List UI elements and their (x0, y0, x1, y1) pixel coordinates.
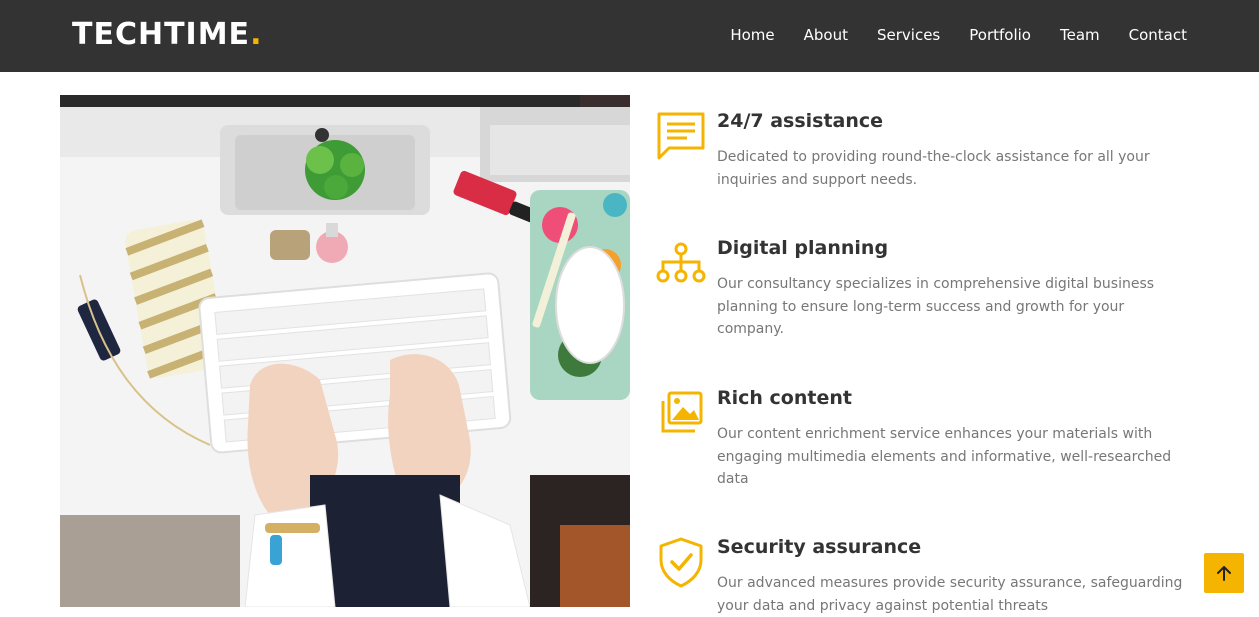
feature-title: Security assurance (717, 536, 922, 558)
logo-text: TECHTIME (72, 17, 251, 52)
chat-bubble-icon (657, 112, 705, 160)
feature-title: Digital planning (717, 237, 889, 259)
feature-description: Our consultancy specializes in comprehen… (717, 276, 1155, 337)
feature-title: Rich content (717, 387, 852, 409)
nav-contact[interactable]: Contact (1129, 24, 1187, 46)
nav-home[interactable]: Home (730, 24, 774, 46)
images-icon (661, 391, 703, 433)
hero-image (60, 95, 630, 607)
nav-portfolio[interactable]: Portfolio (969, 24, 1031, 46)
logo-dot: . (250, 17, 263, 52)
desk-photo (60, 95, 630, 607)
nav-services[interactable]: Services (877, 24, 940, 46)
header: TECHTIME. Home About Services Portfolio … (0, 0, 1259, 72)
feature-description: Our advanced measures provide security a… (717, 575, 1183, 614)
sitemap-icon (656, 242, 706, 283)
logo[interactable]: TECHTIME. (72, 16, 262, 54)
nav-about[interactable]: About (804, 24, 848, 46)
arrow-up-icon (1217, 566, 1231, 581)
feature-title: 24/7 assistance (717, 110, 884, 132)
feature-description: Dedicated to providing round-the-clock a… (717, 149, 1150, 188)
feature-description: Our content enrichment service enhances … (717, 426, 1172, 487)
main-nav: Home About Services Portfolio Team Conta… (701, 24, 1187, 46)
nav-team[interactable]: Team (1060, 24, 1100, 46)
shield-check-icon (659, 537, 703, 588)
back-to-top-button[interactable] (1204, 553, 1244, 593)
